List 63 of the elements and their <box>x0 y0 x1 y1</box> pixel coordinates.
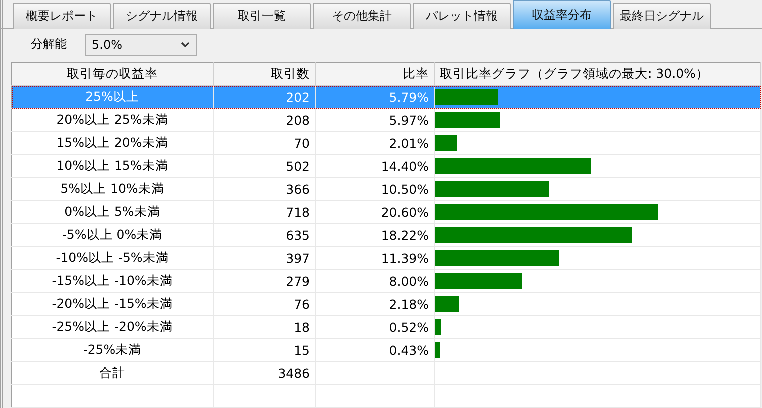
column-header[interactable]: 比率 <box>316 62 434 86</box>
range-cell: 15%以上 20%未満 <box>12 132 214 154</box>
resolution-dropdown[interactable]: 5.0% <box>85 34 197 56</box>
ratio-cell: 5.79% <box>316 86 434 108</box>
ratio-cell: 2.01% <box>316 132 434 154</box>
table-row[interactable]: -15%以上 -10%未満 279 8.00% <box>12 270 760 292</box>
column-header[interactable]: 取引毎の収益率 <box>12 62 214 86</box>
ratio-cell: 2.18% <box>316 292 434 316</box>
range-cell: 5%以上 10%未満 <box>12 178 214 200</box>
tab[interactable]: パレット情報 <box>413 3 511 29</box>
total-count: 3486 <box>214 362 316 384</box>
tab[interactable]: 収益率分布 <box>513 0 611 29</box>
count-cell: 208 <box>214 108 316 132</box>
tab[interactable]: シグナル情報 <box>113 3 211 29</box>
count-cell: 70 <box>214 132 316 154</box>
tab[interactable]: 概要レポート <box>13 3 111 29</box>
ratio-cell: 20.60% <box>316 200 434 224</box>
count-cell: 502 <box>214 154 316 178</box>
table-row[interactable]: -20%以上 -15%未満 76 2.18% <box>12 292 760 316</box>
table-row[interactable]: -25%未満 15 0.43% <box>12 338 760 362</box>
ratio-cell: 5.97% <box>316 108 434 132</box>
tab[interactable]: 取引一覧 <box>213 3 311 29</box>
range-cell: 20%以上 25%未満 <box>12 108 214 132</box>
table-row[interactable]: -5%以上 0%未満 635 18.22% <box>12 224 760 246</box>
ratio-cell: 10.50% <box>316 178 434 200</box>
table-row[interactable]: -25%以上 -20%未満 18 0.52% <box>12 316 760 338</box>
count-cell: 718 <box>214 200 316 224</box>
table-row[interactable]: 10%以上 15%未満 502 14.40% <box>12 154 760 178</box>
count-cell: 397 <box>214 246 316 270</box>
range-cell: -25%未満 <box>12 338 214 362</box>
range-cell: -20%以上 -15%未満 <box>12 292 214 316</box>
tab[interactable]: その他集計 <box>313 3 411 29</box>
ratio-cell: 14.40% <box>316 154 434 178</box>
range-cell: 0%以上 5%未満 <box>12 200 214 224</box>
range-cell: -15%以上 -10%未満 <box>12 270 214 292</box>
table-row[interactable]: 15%以上 20%未満 70 2.01% <box>12 132 760 154</box>
range-cell: 25%以上 <box>12 86 214 108</box>
count-cell: 18 <box>214 316 316 338</box>
count-cell: 202 <box>214 86 316 108</box>
range-cell: -5%以上 0%未満 <box>12 224 214 246</box>
table-row[interactable]: 20%以上 25%未満 208 5.97% <box>12 108 760 132</box>
count-cell: 76 <box>214 292 316 316</box>
tab[interactable]: 最終日シグナル <box>613 3 711 29</box>
column-header[interactable]: 取引比率グラフ（グラフ領域の最大: 30.0%） <box>434 62 760 86</box>
resolution-label: 分解能 <box>31 36 67 53</box>
column-header[interactable]: 取引数 <box>214 62 316 86</box>
ratio-cell: 18.22% <box>316 224 434 246</box>
chevron-icon <box>181 42 190 48</box>
count-cell: 15 <box>214 338 316 362</box>
range-cell: -10%以上 -5%未満 <box>12 246 214 270</box>
total-label: 合計 <box>12 362 214 384</box>
count-cell: 366 <box>214 178 316 200</box>
count-cell: 635 <box>214 224 316 246</box>
table-row[interactable]: 0%以上 5%未満 718 20.60% <box>12 200 760 224</box>
range-cell: -25%以上 -20%未満 <box>12 316 214 338</box>
range-cell: 10%以上 15%未満 <box>12 154 214 178</box>
ratio-cell: 0.52% <box>316 316 434 338</box>
table-row[interactable]: 5%以上 10%未満 366 10.50% <box>12 178 760 200</box>
ratio-cell: 8.00% <box>316 270 434 292</box>
count-cell: 279 <box>214 270 316 292</box>
ratio-cell: 0.43% <box>316 338 434 362</box>
table-row[interactable]: -10%以上 -5%未満 397 11.39% <box>12 246 760 270</box>
ratio-cell: 11.39% <box>316 246 434 270</box>
